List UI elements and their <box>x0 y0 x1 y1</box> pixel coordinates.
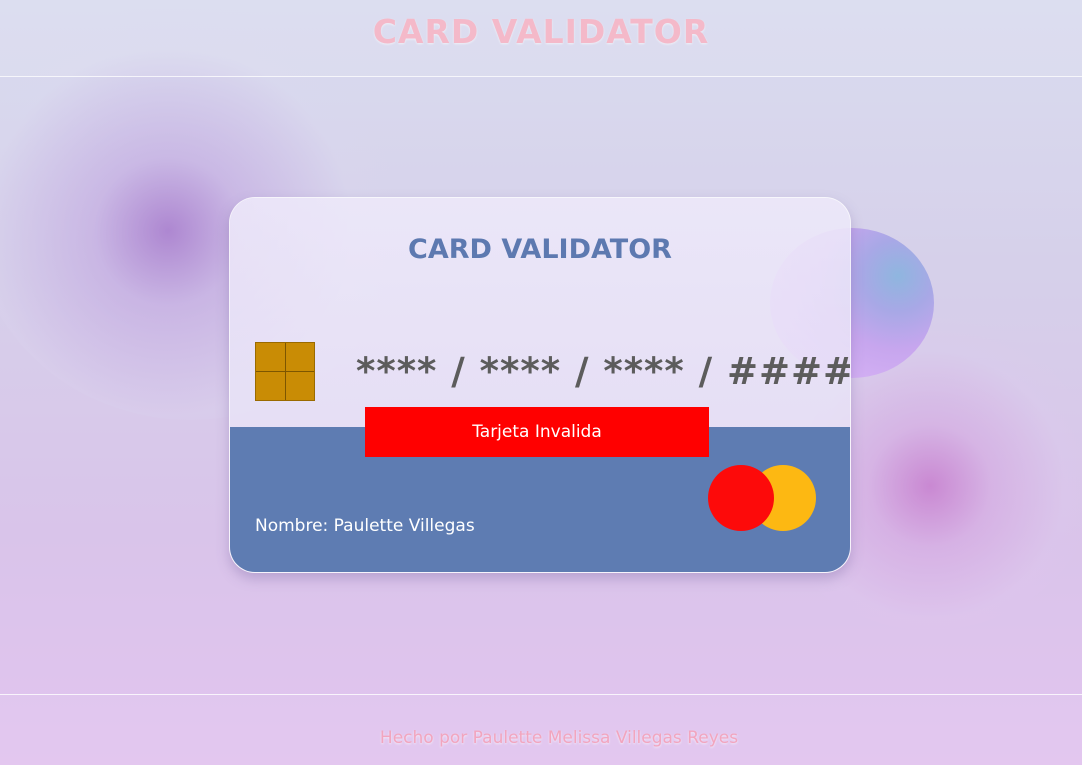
card-holder-name: Nombre: Paulette Villegas <box>255 516 475 536</box>
footer-credit: Hecho por Paulette Melissa Villegas Reye… <box>379 727 739 748</box>
validation-status-button[interactable]: Tarjeta Invalida <box>365 407 709 457</box>
chip-divider-horizontal <box>256 371 314 372</box>
logo-red-circle <box>708 465 774 531</box>
card-title: CARD VALIDATOR <box>408 234 672 265</box>
card-number: **** / **** / **** / #### <box>356 350 851 393</box>
credit-card: CARD VALIDATOR **** / **** / **** / ####… <box>229 197 851 573</box>
mastercard-logo-icon <box>708 465 818 533</box>
card-chip-icon <box>255 342 315 401</box>
page-header: CARD VALIDATOR <box>0 0 1082 77</box>
page-footer: Hecho por Paulette Melissa Villegas Reye… <box>0 694 1082 765</box>
page-title: CARD VALIDATOR <box>372 11 710 51</box>
